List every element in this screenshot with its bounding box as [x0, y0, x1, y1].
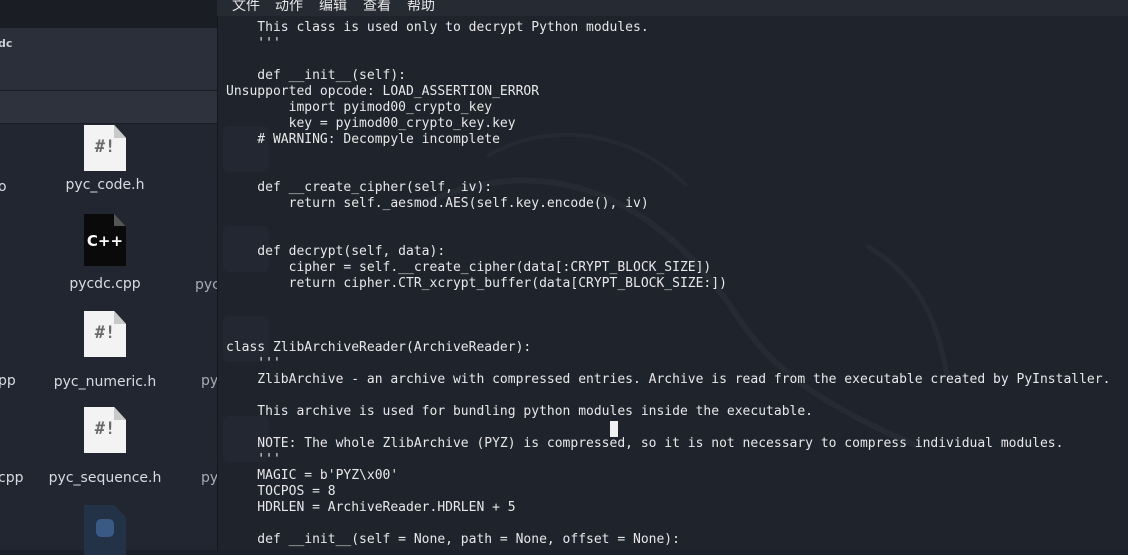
- terminal-line: def __create_cipher(self, iv):: [226, 180, 493, 195]
- cpp-file-icon: C++: [84, 214, 126, 266]
- terminal-line: return self._aesmod.AES(self.key.encode(…: [226, 196, 649, 211]
- menu-file[interactable]: 文件: [232, 0, 260, 15]
- file-label-fragment: py: [201, 470, 219, 486]
- file-manager-location-bar[interactable]: [0, 91, 217, 124]
- desktop-top-strip: [0, 0, 217, 28]
- menu-edit[interactable]: 编辑: [319, 0, 347, 15]
- terminal-line: TOCPOS = 8: [226, 484, 336, 499]
- terminal-line: key = pyimod00_crypto_key.key: [226, 116, 516, 131]
- header-file-icon: #!: [84, 125, 126, 171]
- terminal-line: def decrypt(self, data):: [226, 244, 446, 259]
- terminal-line: This class is used only to decrypt Pytho…: [226, 20, 649, 35]
- terminal-line: import pyimod00_crypto_key: [226, 100, 493, 115]
- terminal-line: This archive is used for bundling python…: [226, 404, 813, 419]
- terminal-menubar: 文件 动作 编辑 查看 帮助: [217, 0, 1128, 16]
- menu-action[interactable]: 动作: [275, 0, 303, 15]
- terminal-line: NOTE: The whole ZlibArchive (PYZ) is com…: [226, 436, 1064, 451]
- terminal-line: Unsupported opcode: LOAD_ASSERTION_ERROR: [226, 84, 540, 99]
- file-label: pyc_sequence.h: [48, 470, 162, 486]
- terminal-line: ''': [226, 356, 281, 371]
- terminal-line: # WARNING: Decompyle incomplete: [226, 132, 500, 147]
- terminal-line: MAGIC = b'PYZ\x00': [226, 468, 399, 483]
- text-cursor: [610, 421, 618, 437]
- terminal-line: ''': [226, 452, 281, 467]
- terminal-line: return cipher.CTR_xcrypt_buffer(data[CRY…: [226, 276, 727, 291]
- file-label: pyc_numeric.h: [53, 374, 157, 390]
- header-file-icon: #!: [84, 311, 126, 357]
- file-item-pyc-code-h[interactable]: #! pyc_code.h: [45, 125, 165, 193]
- terminal-line: HDRLEN = ArchiveReader.HDRLEN + 5: [226, 500, 516, 515]
- file-manager-titlebar: dc: [0, 28, 217, 91]
- terminal-line: cipher = self.__create_cipher(data[:CRYP…: [226, 260, 712, 275]
- terminal-line: def __init__(self = None, path = None, o…: [226, 532, 680, 547]
- menu-help[interactable]: 帮助: [407, 0, 435, 15]
- file-label-fragment: py: [201, 373, 219, 389]
- terminal-output: This class is used only to decrypt Pytho…: [226, 20, 1110, 548]
- python-file-icon: [84, 505, 126, 555]
- file-label: pycdc.cpp: [69, 276, 141, 292]
- menu-view[interactable]: 查看: [363, 0, 391, 15]
- file-label-fragment: cpp: [0, 470, 24, 486]
- terminal-line: class ZlibArchiveReader(ArchiveReader):: [226, 340, 532, 355]
- file-item-pyc-numeric-h[interactable]: #! pyc_numeric.h: [45, 311, 165, 390]
- file-item-pyc-sequence-h[interactable]: #! pyc_sequence.h: [45, 407, 165, 486]
- terminal-line: ''': [226, 36, 281, 51]
- file-label: pyc_code.h: [65, 177, 145, 193]
- file-item-python[interactable]: [45, 505, 165, 555]
- file-label-fragment: o: [0, 179, 7, 195]
- terminal-line: ZlibArchive - an archive with compressed…: [226, 372, 1111, 387]
- file-manager-title: dc: [0, 37, 13, 50]
- file-label-fragment: pp: [0, 373, 16, 389]
- file-item-pycdc-cpp[interactable]: C++ pycdc.cpp: [45, 214, 165, 292]
- terminal-line: def __init__(self):: [226, 68, 407, 83]
- header-file-icon: #!: [84, 407, 126, 453]
